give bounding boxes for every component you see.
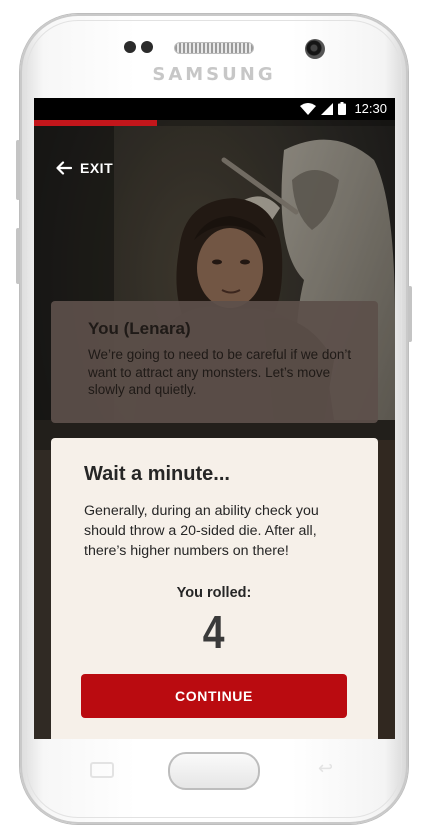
rolled-value: 4	[202, 606, 226, 658]
app-screen: 12:30 EXIT You (Lenara) We’re going to n…	[34, 98, 395, 739]
wifi-icon	[300, 102, 317, 115]
status-bar: 12:30	[34, 98, 395, 120]
exit-button[interactable]: EXIT	[56, 160, 113, 176]
roll-result-dialog: Wait a minute... Generally, during an ab…	[51, 438, 378, 739]
exit-label: EXIT	[80, 160, 114, 176]
volume-up-button	[16, 140, 20, 200]
arrow-left-icon	[56, 161, 72, 175]
volume-down-button	[16, 228, 20, 284]
speaker-name: You (Lenara)	[88, 319, 191, 338]
back-key	[316, 758, 340, 779]
dialog-body: Generally, during an ability check you s…	[84, 503, 319, 559]
earpiece-speaker	[174, 42, 254, 54]
sensor-icon	[141, 41, 153, 53]
sensor-icon	[124, 41, 136, 53]
cell-signal-icon	[321, 102, 334, 115]
recent-apps-key	[90, 762, 114, 778]
power-button	[408, 286, 412, 342]
rolled-label: You rolled:	[176, 585, 252, 601]
device-brand-logo: SAMSUNG	[152, 64, 276, 85]
battery-icon	[338, 102, 347, 115]
dialogue-text: We’re going to need to be careful if we …	[88, 347, 352, 397]
front-camera-icon	[305, 39, 325, 59]
dialog-title: Wait a minute...	[84, 463, 230, 485]
home-button[interactable]	[168, 752, 260, 790]
dialogue-bubble: You (Lenara) We’re going to need to be c…	[51, 301, 378, 423]
story-progress-fill	[34, 120, 157, 126]
continue-button[interactable]: CONTINUE	[81, 674, 347, 718]
status-time: 12:30	[354, 101, 387, 116]
story-progress-bar	[34, 120, 395, 126]
